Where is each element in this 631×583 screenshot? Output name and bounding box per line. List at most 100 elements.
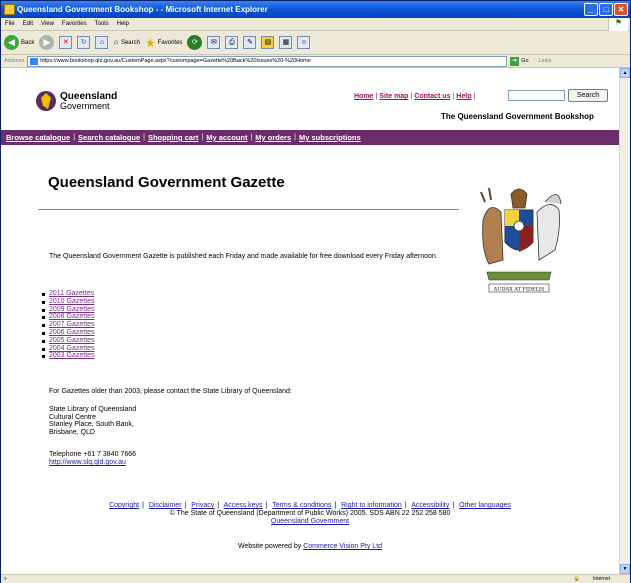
menu-file[interactable]: File [5, 18, 15, 30]
coat-motto: AUDAX AT FIDELIS [493, 287, 545, 293]
privacy-link[interactable]: Privacy [191, 502, 214, 509]
go-button[interactable]: ➜ Go [510, 56, 529, 66]
shop-title: The Queensland Government Bookshop [441, 112, 594, 121]
gazette-2009-link[interactable]: 2009 Gazettes [49, 306, 95, 313]
edit-button[interactable]: ✎ [243, 36, 257, 49]
footer: Copyright | Disclaimer | Privacy | Access k… [1, 502, 619, 526]
search-button[interactable]: ⌕ Search [113, 37, 140, 48]
back-button[interactable]: ◀ Back [4, 35, 34, 50]
menu-help[interactable]: Help [117, 18, 129, 30]
mail-button[interactable]: ✉ [207, 36, 221, 49]
menu-favorites[interactable]: Favorites [62, 18, 87, 30]
gazette-2003-link[interactable]: 2003 Gazettes [49, 352, 95, 359]
gazette-2010-link[interactable]: 2010 Gazettes [49, 298, 95, 305]
terms-link[interactable]: Terms & conditions [272, 502, 331, 509]
commerce-vision-link[interactable]: Commerce Vision Pty Ltd [303, 543, 382, 550]
right-to-information-link[interactable]: Right to information [341, 502, 402, 509]
forward-button[interactable]: ▶ [39, 35, 55, 50]
gazette-2011-link[interactable]: 2011 Gazettes [49, 290, 94, 297]
qld-government-link[interactable]: Queensland Government [271, 518, 349, 525]
telephone: Telephone +61 7 3840 7666 [49, 451, 136, 458]
list-item: 2004 Gazettes [41, 345, 95, 353]
list-item: 2003 Gazettes [41, 352, 95, 360]
lock-icon: 🔒 [573, 576, 580, 582]
page-title: Queensland Government Gazette [48, 174, 285, 191]
footer-links: Copyright | Disclaimer | Privacy | Access k… [109, 502, 511, 509]
nav-browse-catalogue[interactable]: Browse catalogue [6, 133, 70, 142]
windows-logo-icon: ⚑ [608, 18, 628, 31]
logo-line1: Queensland [60, 90, 118, 102]
gazette-2005-link[interactable]: 2005 Gazettes [49, 337, 95, 344]
site-search-button[interactable]: Search [568, 89, 608, 102]
home-button[interactable]: ⌂ [95, 36, 109, 49]
contact-us-link[interactable]: Contact us [414, 93, 450, 100]
links-button[interactable]: Links [539, 58, 552, 64]
messenger-button[interactable]: ☺ [297, 36, 311, 49]
access-keys-link[interactable]: Access keys [224, 502, 263, 509]
nav-my-account[interactable]: My account [206, 133, 247, 142]
disclaimer-link[interactable]: Disclaimer [149, 502, 182, 509]
favorites-button[interactable]: ★ Favorites [145, 37, 182, 49]
other-languages-link[interactable]: Other languages [459, 502, 511, 509]
gazette-2006-link[interactable]: 2006 Gazettes [49, 329, 95, 336]
star-icon: ★ [144, 35, 156, 50]
address-label: Address [4, 58, 25, 64]
menu-edit[interactable]: Edit [23, 18, 33, 30]
close-button[interactable]: ✕ [614, 3, 628, 16]
ie-icon [4, 4, 15, 15]
nav-search-catalogue[interactable]: Search catalogue [78, 133, 140, 142]
menu-bar: File Edit View Favorites Tools Help [1, 18, 630, 31]
menu-tools[interactable]: Tools [95, 18, 109, 30]
nav-my-orders[interactable]: My orders [255, 133, 291, 142]
maximize-button[interactable]: □ [599, 3, 613, 16]
nav-my-subscriptions[interactable]: My subscriptions [299, 133, 361, 142]
print-button[interactable]: ⎙ [225, 36, 239, 49]
gazette-list: 2011 Gazettes 2010 Gazettes 2009 Gazette… [41, 290, 95, 360]
title-divider [38, 209, 459, 210]
page-icon [30, 57, 39, 65]
logo-line2: Government [60, 100, 110, 111]
gazette-2007-link[interactable]: 2007 Gazettes [49, 321, 95, 328]
gazette-2008-link[interactable]: 2008 Gazettes [49, 313, 95, 320]
vertical-scrollbar[interactable]: ▲ ▼ [619, 68, 630, 574]
qld-gov-logo[interactable]: Queensland Government [36, 91, 117, 111]
home-link[interactable]: Home [354, 93, 373, 100]
library-address: State Library of Queensland Cultural Cen… [49, 406, 136, 436]
site-search-input[interactable] [508, 90, 565, 101]
minimize-button[interactable]: _ [584, 3, 598, 16]
gazette-2004-link[interactable]: 2004 Gazettes [49, 345, 95, 352]
stop-button[interactable]: ✕ [59, 36, 73, 49]
list-item: 2011 Gazettes [41, 290, 95, 298]
address-line: Cultural Centre [49, 413, 97, 421]
address-line: State Library of Queensland [49, 406, 137, 413]
go-label: Go [521, 58, 529, 64]
menu-view[interactable]: View [41, 18, 54, 30]
main-nav: Browse catalogue | Search catalogue | Shop… [1, 130, 619, 145]
qld-logo-icon [36, 91, 56, 111]
nav-shopping-cart[interactable]: Shopping cart [148, 133, 198, 142]
research-button[interactable]: ▦ [279, 36, 293, 49]
address-line: Stanley Place, South Bank, [49, 421, 134, 428]
history-button[interactable]: ⟳ [187, 35, 203, 50]
scroll-up-icon[interactable]: ▲ [620, 68, 630, 78]
list-item: 2007 Gazettes [41, 321, 95, 329]
discuss-button[interactable]: ▤ [261, 36, 275, 49]
powered-by: Website powered by Commerce Vision Pty L… [1, 543, 619, 550]
site-map-link[interactable]: Site map [379, 93, 408, 100]
status-bar: e 🔒 Internet [1, 574, 630, 583]
refresh-button[interactable]: ↻ [77, 36, 91, 49]
accessibility-link[interactable]: Accessibility [411, 502, 449, 509]
help-link[interactable]: Help [456, 93, 471, 100]
older-gazettes-note: For Gazettes older than 2003, please con… [49, 388, 292, 395]
library-url-link[interactable]: http://www.slq.qld.gov.au [49, 459, 126, 466]
copyright-link[interactable]: Copyright [109, 502, 139, 509]
search-icon: ⌕ [113, 37, 119, 48]
ie-status-icon: e [4, 576, 7, 582]
list-item: 2010 Gazettes [41, 298, 95, 306]
copyright-text: © The State of Queensland (Department of… [169, 510, 451, 517]
favorites-label: Favorites [157, 39, 183, 46]
address-line: Brisbane, QLD [49, 428, 95, 436]
list-item: 2005 Gazettes [41, 337, 95, 345]
address-input[interactable]: https://www.bookshop.qld.gov.au/CustomPa… [27, 55, 508, 67]
scroll-down-icon[interactable]: ▼ [620, 564, 630, 574]
